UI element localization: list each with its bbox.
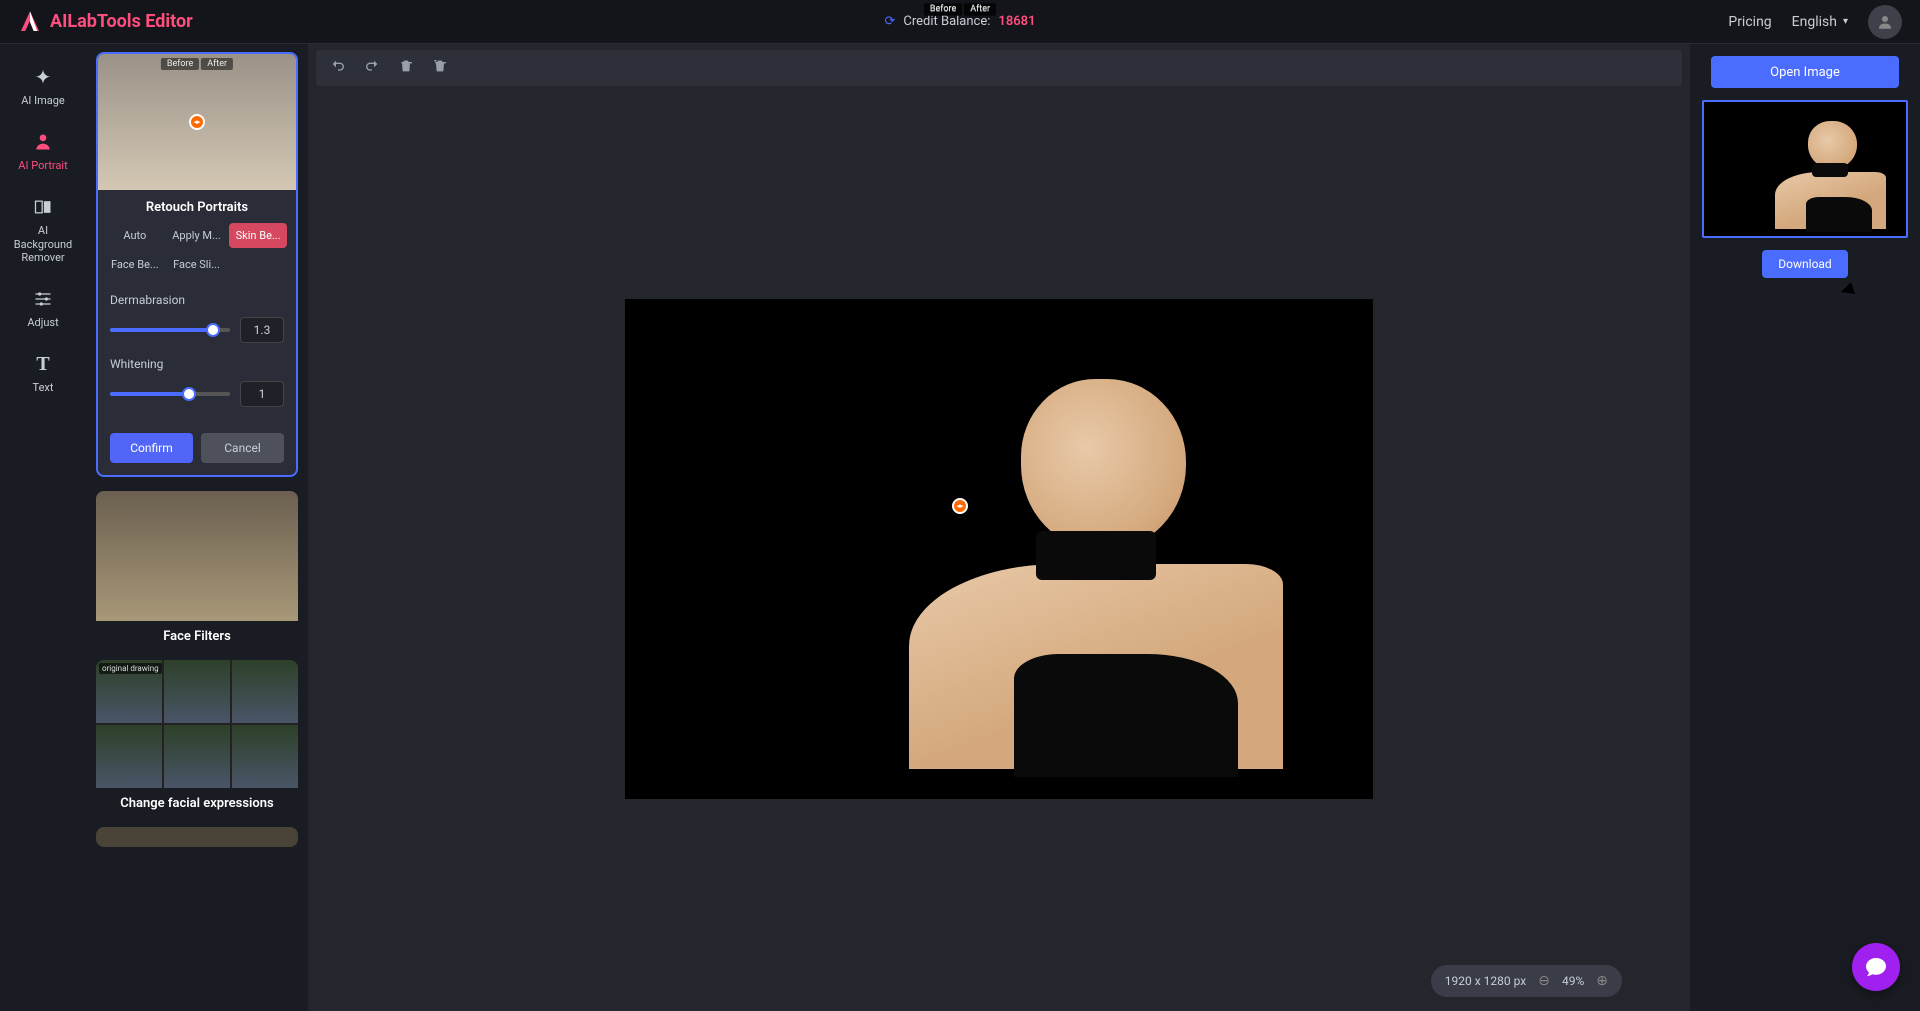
- image-thumbnail[interactable]: [1702, 100, 1908, 238]
- expr-cell: [164, 725, 230, 788]
- canvas-area: 1920 x 1280 px ⊖ 49% ⊕: [308, 44, 1690, 1011]
- chat-button[interactable]: [1852, 943, 1900, 991]
- zoom-bar: 1920 x 1280 px ⊖ 49% ⊕: [1431, 965, 1622, 997]
- tab-apply-makeup[interactable]: Apply M...: [168, 223, 226, 248]
- logo[interactable]: AILabTools Editor: [18, 10, 193, 34]
- after-label: After: [201, 58, 233, 70]
- dermabrasion-slider[interactable]: [110, 328, 230, 332]
- sparkle-icon: ✦: [35, 66, 52, 88]
- zoom-in-icon[interactable]: ⊕: [1596, 973, 1608, 989]
- expr-cell: [164, 660, 230, 723]
- pricing-link[interactable]: Pricing: [1728, 14, 1771, 30]
- tool-retouch-portraits: Before After ◂▸ Retouch Portraits Auto A…: [96, 52, 298, 477]
- rail-label: AI Image: [21, 94, 65, 107]
- annotation-arrow-2: [1735, 264, 1865, 544]
- tab-face-beauty[interactable]: Face Be...: [106, 252, 164, 277]
- tools-panel: Before After ◂▸ Retouch Portraits Auto A…: [86, 44, 308, 1011]
- canvas-image[interactable]: [625, 299, 1373, 799]
- rail-ai-image[interactable]: ✦ AI Image: [4, 56, 82, 117]
- whitening-slider[interactable]: [110, 392, 230, 396]
- language-label: English: [1792, 14, 1837, 30]
- sliders-area: Dermabrasion 1.3 Whitening: [98, 285, 296, 433]
- compare-slider-handle[interactable]: ◂▸: [189, 114, 205, 130]
- retouch-tabs: Auto Apply M... Skin Be... Face Be... Fa…: [98, 223, 296, 285]
- rail-label: Adjust: [27, 316, 58, 329]
- download-button[interactable]: Download: [1762, 250, 1847, 278]
- retouch-title: Retouch Portraits: [98, 190, 296, 223]
- rail-label: AI Portrait: [18, 159, 67, 172]
- face-filters-title: Face Filters: [96, 621, 298, 646]
- tab-auto[interactable]: Auto: [106, 223, 164, 248]
- left-rail: ✦ AI Image AI Portrait AI Background Rem…: [0, 44, 86, 1011]
- zoom-level: 49%: [1562, 974, 1584, 988]
- logo-icon: [18, 10, 42, 34]
- bg-remove-icon: [33, 196, 53, 218]
- person-icon: [33, 131, 53, 153]
- right-panel: Open Image Download: [1690, 44, 1920, 1011]
- canvas-dimensions: 1920 x 1280 px: [1445, 974, 1526, 988]
- language-select[interactable]: English ▾: [1792, 14, 1848, 30]
- redo-icon[interactable]: [364, 58, 380, 78]
- delete-all-icon[interactable]: [432, 58, 448, 78]
- retouch-preview[interactable]: Before After ◂▸: [98, 54, 296, 190]
- refresh-icon[interactable]: ⟳: [884, 14, 895, 29]
- zoom-out-icon[interactable]: ⊖: [1538, 973, 1550, 989]
- tool-next-partial[interactable]: Before After: [96, 827, 298, 847]
- rail-adjust[interactable]: Adjust: [4, 278, 82, 339]
- rail-label: AI Background Remover: [8, 224, 78, 264]
- retouch-actions: Confirm Cancel: [98, 433, 296, 475]
- original-tag: original drawing: [99, 663, 162, 674]
- expressions-grid: original drawing: [96, 660, 298, 788]
- canvas-toolbar: [316, 50, 1682, 86]
- filter-after: [197, 491, 298, 621]
- rail-bg-remover[interactable]: AI Background Remover: [4, 186, 82, 274]
- confirm-button[interactable]: Confirm: [110, 433, 193, 463]
- before-after-labels: Before After: [161, 58, 233, 70]
- dermabrasion-group: Dermabrasion 1.3: [110, 293, 284, 343]
- whitening-value[interactable]: 1: [240, 381, 284, 407]
- chevron-down-icon: ▾: [1843, 16, 1848, 27]
- partial-preview: Before After: [96, 827, 298, 847]
- dermabrasion-label: Dermabrasion: [110, 293, 284, 307]
- filter-before: [96, 491, 197, 621]
- tab-face-slim[interactable]: Face Sli...: [168, 252, 226, 277]
- credit-label: Credit Balance:: [903, 14, 990, 29]
- dermabrasion-value[interactable]: 1.3: [240, 317, 284, 343]
- whitening-group: Whitening 1: [110, 357, 284, 407]
- open-image-button[interactable]: Open Image: [1711, 56, 1899, 88]
- sliders-icon: [33, 288, 53, 310]
- expr-original: original drawing: [96, 660, 162, 723]
- expr-cell: [232, 725, 298, 788]
- cancel-button[interactable]: Cancel: [201, 433, 284, 463]
- user-avatar[interactable]: [1868, 5, 1902, 39]
- face-filters-preview: Before After ◂▸: [96, 491, 298, 621]
- credit-balance: ⟳ Credit Balance: 18681: [884, 14, 1035, 29]
- rail-ai-portrait[interactable]: AI Portrait: [4, 121, 82, 182]
- tool-face-filters[interactable]: Before After ◂▸ Face Filters: [96, 491, 298, 646]
- rail-text[interactable]: T Text: [4, 343, 82, 404]
- app-name: AILabTools Editor: [50, 11, 193, 32]
- expr-cell: [232, 660, 298, 723]
- rail-label: Text: [33, 381, 54, 394]
- preview-after: [197, 54, 296, 190]
- before-label: Before: [161, 58, 199, 70]
- whitening-label: Whitening: [110, 357, 284, 371]
- credit-value: 18681: [998, 14, 1035, 29]
- expressions-title: Change facial expressions: [96, 788, 298, 813]
- canvas-viewport[interactable]: [308, 86, 1690, 1011]
- delete-icon[interactable]: [398, 58, 414, 78]
- header-right: Pricing English ▾: [1728, 5, 1902, 39]
- tool-change-expressions[interactable]: original drawing Change facial expressio…: [96, 660, 298, 813]
- text-icon: T: [36, 353, 49, 375]
- expr-cell: [96, 725, 162, 788]
- undo-icon[interactable]: [330, 58, 346, 78]
- tab-skin-beauty[interactable]: Skin Be...: [229, 223, 287, 248]
- preview-before: [98, 54, 197, 190]
